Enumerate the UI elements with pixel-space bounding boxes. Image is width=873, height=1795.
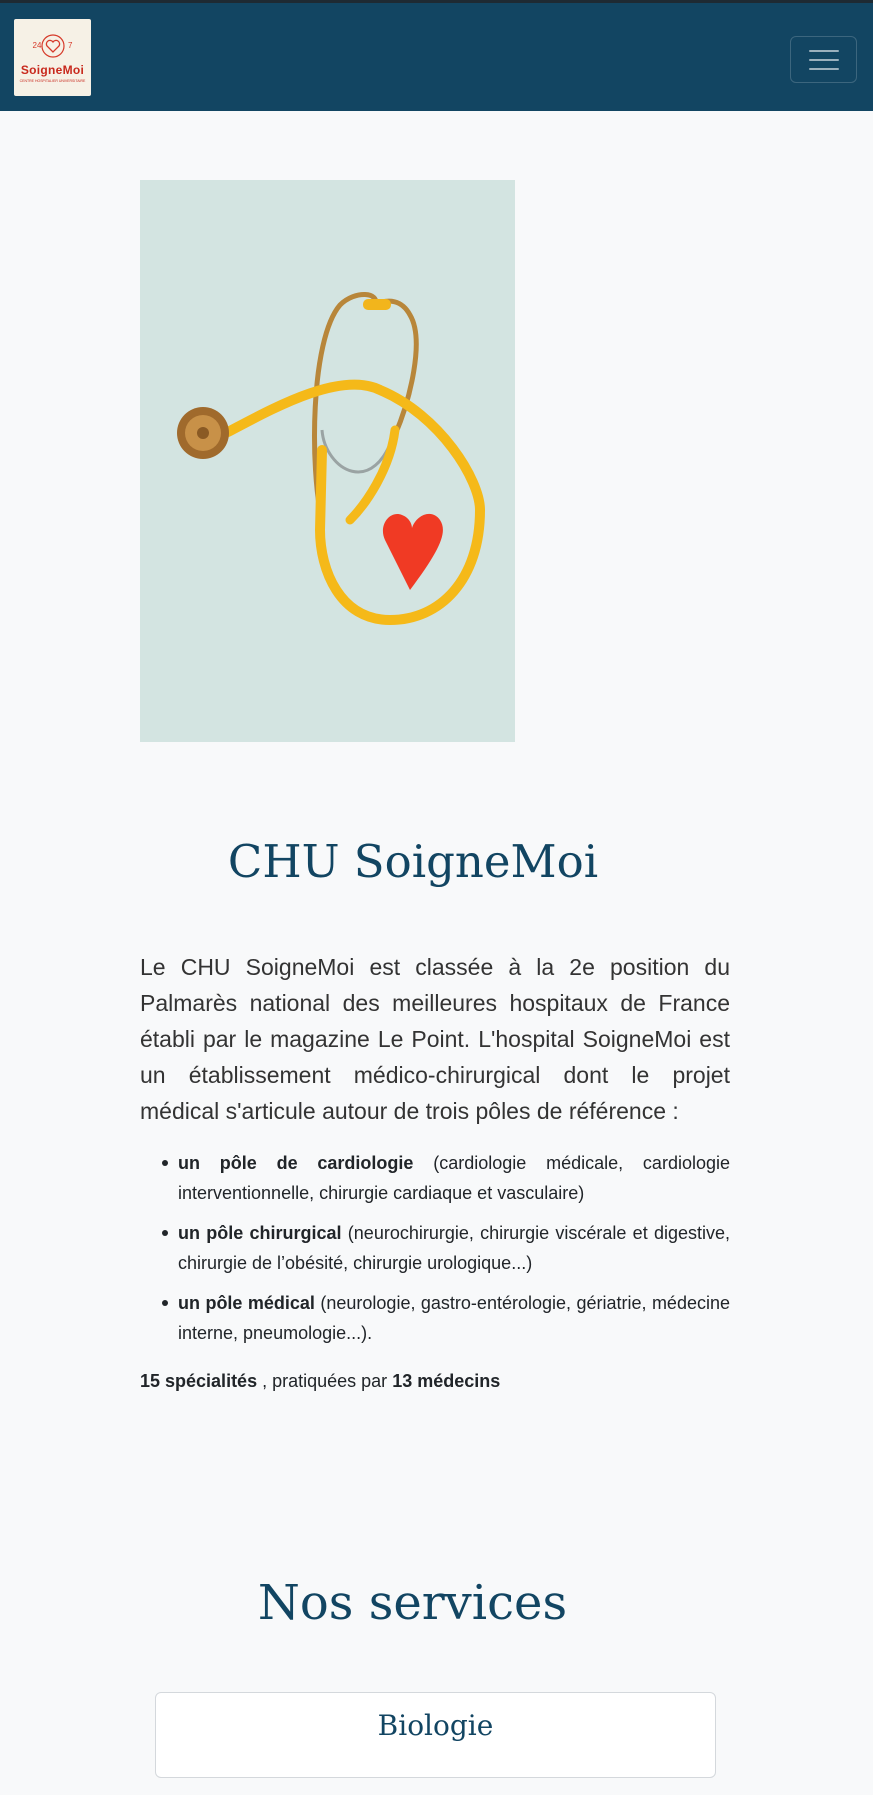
service-card-biologie[interactable]: Biologie [155, 1692, 716, 1778]
list-item: un pôle médical (neurologie, gastro-enté… [160, 1288, 730, 1348]
intro-paragraph: Le CHU SoigneMoi est classée à la 2e pos… [140, 954, 730, 1124]
stats-line: 15 spécialités , pratiquées par 13 médec… [140, 1366, 730, 1396]
service-card-title: Biologie [377, 1708, 494, 1742]
pole-name: un pôle médical [178, 1293, 315, 1313]
specialties-count: 15 spécialités [140, 1371, 258, 1391]
logo-badge-right: 7 [68, 40, 73, 50]
poles-list: un pôle de cardiologie (cardiologie médi… [160, 1148, 730, 1358]
stats-connector: , pratiquées par [257, 1371, 393, 1391]
hamburger-icon-line [808, 58, 839, 61]
list-item: un pôle de cardiologie (cardiologie médi… [160, 1148, 730, 1208]
hamburger-icon [808, 49, 839, 52]
logo-tagline: CENTRE HOSPITALIER UNIVERSITAIRE [19, 78, 86, 83]
menu-toggle-button[interactable] [790, 36, 857, 83]
logo-badge-left: 24 [32, 40, 42, 50]
list-item: un pôle chirurgical (neurochirurgie, chi… [160, 1218, 730, 1278]
services-title: Nos services [257, 1575, 568, 1631]
logo-name: SoigneMoi [20, 62, 85, 77]
navbar: 24 7 SoigneMoi CENTRE HOSPITALIER UNIVER… [0, 0, 873, 111]
page-title: CHU SoigneMoi [227, 835, 599, 888]
hero-image [140, 180, 515, 742]
logo-heart-icon: 24 7 [33, 33, 73, 63]
logo[interactable]: 24 7 SoigneMoi CENTRE HOSPITALIER UNIVER… [14, 19, 91, 96]
pole-name: un pôle chirurgical [178, 1223, 342, 1243]
doctors-count: 13 médecins [392, 1371, 501, 1391]
hamburger-icon-line [808, 67, 839, 70]
pole-name: un pôle de cardiologie [178, 1153, 414, 1173]
stethoscope-heart-illustration [140, 180, 515, 742]
